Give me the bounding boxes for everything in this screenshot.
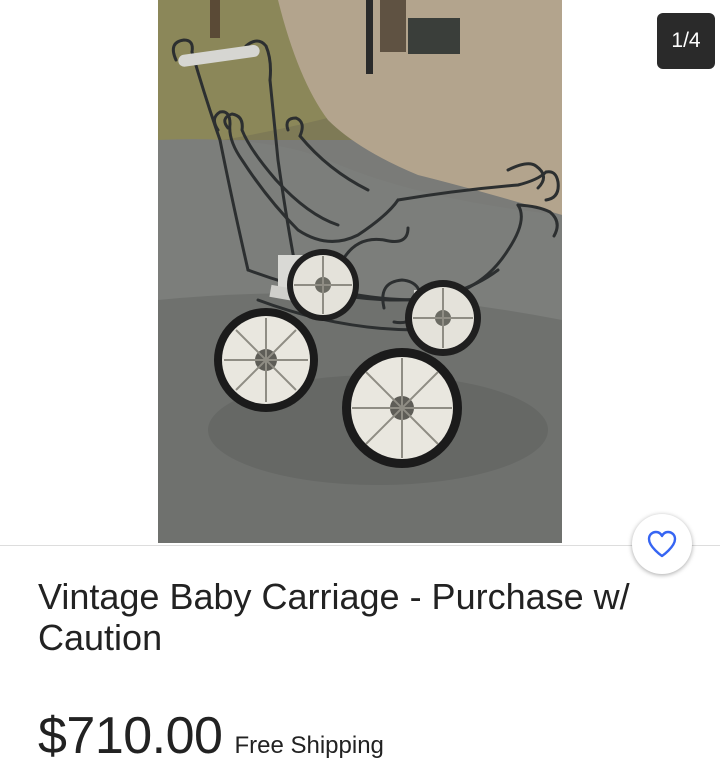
listing-title[interactable]: Vintage Baby Carriage - Purchase w/ Caut… [38, 576, 658, 658]
carriage-photo-illustration [158, 0, 562, 543]
watch-button[interactable] [632, 514, 692, 574]
image-gallery[interactable]: 1/4 [0, 0, 720, 574]
image-counter: 1/4 [657, 13, 715, 69]
price: $710.00 [38, 707, 223, 765]
product-photo[interactable] [158, 0, 562, 543]
heart-icon [647, 530, 677, 558]
shipping-label: Free Shipping [234, 732, 384, 759]
price-row: $710.00 Free Shipping [38, 706, 384, 776]
